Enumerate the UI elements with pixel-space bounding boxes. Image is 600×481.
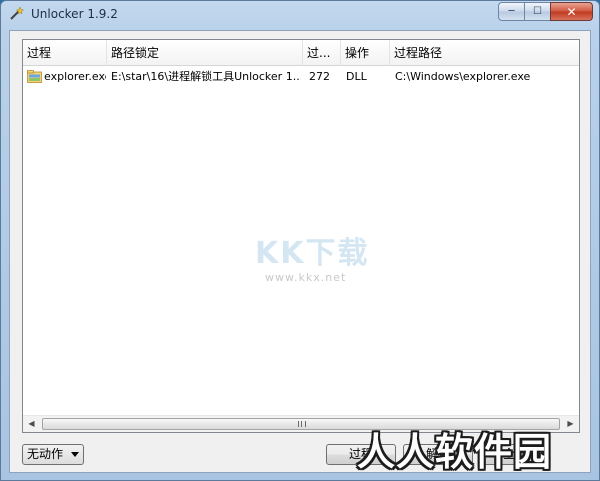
scroll-right-button[interactable]: ▶ (562, 416, 579, 432)
cell-pid: 272 (309, 70, 330, 83)
client-area: 过程 路径锁定 过... 操作 过程路径 explorer.exe E:\sta… (9, 30, 591, 473)
list-header: 过程 路径锁定 过... 操作 过程路径 (23, 40, 579, 66)
column-header-pid[interactable]: 过... (303, 40, 341, 66)
unlocker-wand-icon (10, 6, 24, 20)
column-header-process-path[interactable]: 过程路径 (390, 40, 579, 66)
column-header-type[interactable]: 操作 (341, 40, 390, 66)
kk-url-text: www.kkx.net (265, 271, 347, 284)
close-icon: ✕ (566, 4, 577, 19)
maximize-icon: ☐ (533, 6, 542, 17)
folder-app-icon (27, 70, 42, 83)
cell-process: explorer.exe (44, 70, 106, 83)
action-dropdown[interactable]: 无动作 (22, 444, 84, 465)
chevron-down-icon (71, 452, 79, 457)
grip-icon (298, 421, 306, 427)
table-row[interactable]: explorer.exe E:\star\16\进程解锁工具Unlocker 1… (23, 68, 579, 86)
kk-watermark: KK下载 www.kkx.net (255, 228, 395, 308)
window-title: Unlocker 1.9.2 (31, 7, 118, 21)
chevron-right-icon: ▶ (567, 419, 574, 428)
action-dropdown-value: 无动作 (27, 447, 64, 461)
unlocker-window: Unlocker 1.9.2 ─ ☐ ✕ 过程 路径锁定 过... 操作 过程路… (0, 0, 600, 481)
cell-process-path: C:\Windows\explorer.exe (395, 70, 531, 83)
caption-buttons: ─ ☐ ✕ (498, 2, 593, 21)
chevron-left-icon: ◀ (28, 419, 35, 428)
scroll-left-button[interactable]: ◀ (23, 416, 40, 432)
cell-locked-path: E:\star\16\进程解锁工具Unlocker 1... (111, 70, 301, 83)
process-list[interactable]: 过程 路径锁定 过... 操作 过程路径 explorer.exe E:\sta… (22, 39, 580, 433)
minimize-icon: ─ (508, 6, 515, 17)
cell-type: DLL (346, 70, 367, 83)
column-header-process[interactable]: 过程 (23, 40, 107, 66)
column-header-locked-path[interactable]: 路径锁定 (107, 40, 303, 66)
close-button[interactable]: ✕ (550, 2, 593, 21)
title-bar[interactable]: Unlocker 1.9.2 ─ ☐ ✕ (1, 1, 599, 29)
renren-watermark: 人人软件园 (357, 430, 553, 474)
kk-logo-text: KK下载 (255, 236, 370, 271)
maximize-button[interactable]: ☐ (524, 2, 550, 21)
minimize-button[interactable]: ─ (498, 2, 524, 21)
